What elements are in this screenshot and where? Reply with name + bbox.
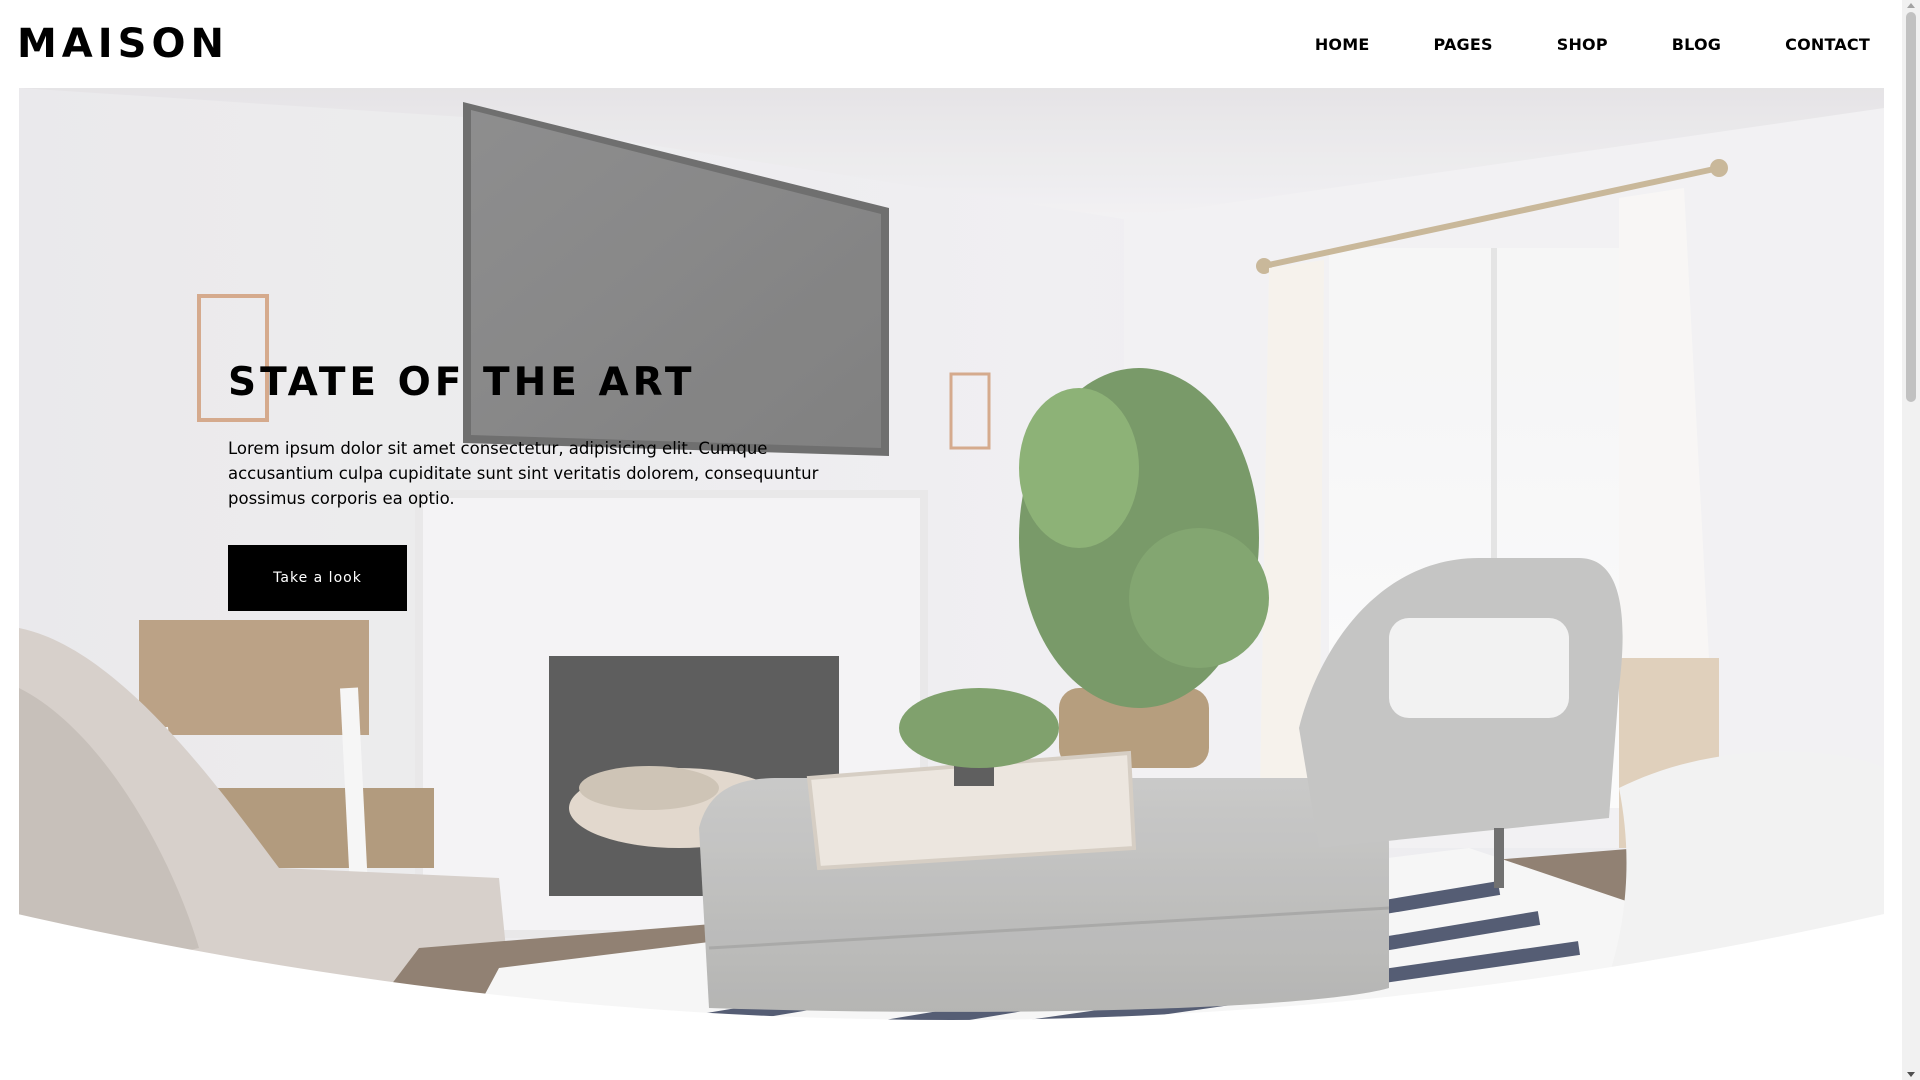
main-nav: HOME PAGES SHOP BLOG CONTACT [1251,0,1870,88]
hero-description: Lorem ipsum dolor sit amet consectetur, … [228,439,819,508]
site-header: MAISON HOME PAGES SHOP BLOG CONTACT [0,0,1902,88]
nav-shop[interactable]: SHOP [1557,35,1608,54]
take-a-look-button[interactable]: Take a look [228,545,407,611]
hero-bottom-curve [0,910,1902,1080]
hero-content: STATE OF THE ART Lorem ipsum dolor sit a… [228,358,868,611]
scroll-up-arrow-icon[interactable] [1907,3,1915,8]
nav-contact[interactable]: CONTACT [1785,35,1870,54]
scroll-down-arrow-icon[interactable] [1907,1072,1915,1077]
scrollbar-thumb[interactable] [1906,12,1916,402]
site-logo[interactable]: MAISON [17,20,229,68]
vertical-scrollbar[interactable] [1902,0,1920,1080]
nav-pages[interactable]: PAGES [1434,35,1493,54]
nav-blog[interactable]: BLOG [1672,35,1721,54]
hero-title: STATE OF THE ART [228,360,696,405]
nav-home[interactable]: HOME [1315,35,1370,54]
